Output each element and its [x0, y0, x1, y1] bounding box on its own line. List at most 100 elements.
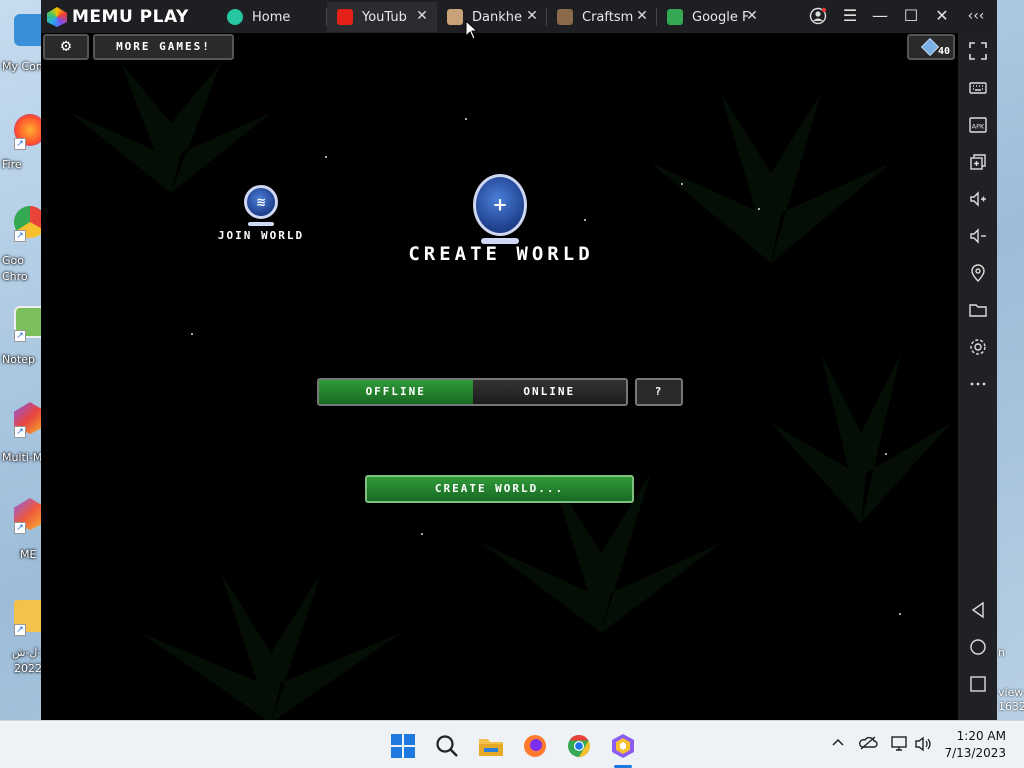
close-tab-icon[interactable]: ✕ [745, 9, 759, 23]
volume-down-icon[interactable] [958, 222, 997, 250]
fullscreen-icon[interactable] [958, 37, 997, 65]
apk-icon[interactable]: APK [958, 111, 997, 139]
shortcut-arrow-icon: ↗ [14, 426, 26, 438]
volume-up-icon[interactable] [958, 185, 997, 213]
game-screen: ⚙ MORE GAMES! 40 ≋ JOIN WORLD + CREATE W… [41, 33, 958, 720]
collapse-icon[interactable]: ‹‹‹ [963, 4, 989, 28]
globe-stand [248, 222, 274, 226]
desktop-icon-notepad[interactable]: ↗ Notep [0, 306, 46, 370]
settings-icon[interactable] [958, 333, 997, 361]
multi-window-icon[interactable] [958, 148, 997, 176]
keyboard-icon[interactable] [958, 74, 997, 102]
desktop-icon-firefox[interactable]: ↗ Fire [0, 114, 46, 174]
clock-time: 1:20 AM [956, 729, 1006, 743]
close-tab-icon[interactable]: ✕ [635, 9, 649, 23]
title-bar: MEMU PLAY Home YouTub ✕ Dankhe ✕ Craftsm… [41, 0, 997, 33]
star [758, 208, 760, 210]
create-world-globe-icon[interactable]: + [473, 174, 527, 236]
desktop-icon-label: My Com [2, 60, 47, 73]
firefox-icon[interactable] [522, 733, 548, 759]
online-option[interactable]: ONLINE [472, 380, 626, 404]
background-leaf [71, 63, 271, 193]
back-icon[interactable] [958, 596, 997, 624]
tab-home[interactable]: Home [217, 2, 327, 32]
tab-craftsman[interactable]: Craftsm ✕ [547, 2, 657, 32]
app-name: MEMU PLAY [72, 7, 189, 27]
volume-icon[interactable] [914, 735, 934, 755]
cube-icon [920, 37, 940, 57]
tab-label: Dankhe [472, 9, 522, 25]
clock-date: 7/13/2023 [944, 746, 1006, 760]
world-count-badge[interactable]: 40 [907, 34, 955, 60]
menu-icon[interactable]: ☰ [837, 4, 863, 28]
settings-button[interactable]: ⚙ [43, 34, 89, 60]
close-tab-icon[interactable]: ✕ [415, 9, 429, 23]
desktop-icon-label: Notep [2, 353, 36, 366]
memu-logo-icon [47, 7, 67, 27]
background-leaf [141, 573, 401, 720]
join-world-label[interactable]: JOIN WORLD [194, 229, 328, 242]
apk-label: APK [971, 123, 984, 131]
chrome-icon[interactable] [566, 733, 592, 759]
desktop-icon-folder[interactable]: ↗ ل-ش- 2022 [0, 600, 46, 680]
minimize-icon[interactable]: — [867, 4, 893, 28]
account-icon[interactable] [805, 4, 831, 28]
gear-icon: ⚙ [60, 36, 72, 56]
star [584, 219, 586, 221]
join-world-globe-icon[interactable]: ≋ [244, 185, 278, 219]
tab-label: Google F [692, 9, 748, 25]
more-icon[interactable] [958, 370, 997, 398]
desktop-icon-label: Fire [2, 158, 22, 171]
help-button[interactable]: ? [635, 378, 683, 406]
tab-label: Home [252, 9, 291, 25]
offline-option[interactable]: OFFLINE [319, 380, 473, 404]
recents-icon[interactable] [958, 670, 997, 698]
close-tab-icon[interactable]: ✕ [525, 9, 539, 23]
desktop-icon-multi-memu[interactable]: ↗ Multi-M [0, 402, 46, 466]
tab-google-play[interactable]: Google F ✕ [657, 2, 767, 32]
desktop-icon-my-computer[interactable]: My Com [0, 14, 47, 74]
network-icon[interactable] [890, 735, 910, 755]
online-mode-toggle: OFFLINE ONLINE [317, 378, 628, 406]
star [191, 333, 193, 335]
mouse-cursor-icon [465, 20, 477, 40]
shortcut-arrow-icon: ↗ [14, 522, 26, 534]
more-games-button[interactable]: MORE GAMES! [93, 34, 234, 60]
desktop-icon-chrome[interactable]: ↗ Goo Chro [0, 206, 46, 286]
shortcut-arrow-icon: ↗ [14, 138, 26, 150]
folder-icon[interactable] [958, 296, 997, 324]
youtube-icon [337, 9, 353, 25]
maximize-icon[interactable]: ☐ [898, 4, 924, 28]
desktop-icon-label: Goo [2, 254, 24, 267]
system-clock[interactable]: 1:20 AM 7/13/2023 [944, 728, 1006, 762]
star [325, 156, 327, 158]
desktop-icon-label: ME [20, 548, 37, 561]
tab-label: YouTub [362, 9, 407, 25]
star [885, 453, 887, 455]
home-tab-icon [227, 9, 243, 25]
tab-youtube[interactable]: YouTub ✕ [327, 2, 437, 32]
file-explorer-icon[interactable] [478, 733, 504, 759]
plus-icon: + [492, 194, 508, 216]
desktop-icon-memu[interactable]: ↗ ME [0, 498, 46, 564]
shortcut-arrow-icon: ↗ [14, 330, 26, 342]
location-icon[interactable] [958, 259, 997, 287]
desktop-icon-label: Multi-M [2, 451, 43, 464]
background-leaf [651, 93, 891, 263]
onedrive-icon[interactable] [858, 735, 878, 755]
star [465, 118, 467, 120]
memu-taskbar-icon[interactable] [610, 733, 636, 759]
create-world-button[interactable]: CREATE WORLD... [365, 475, 634, 503]
desktop-icon-label: ل-ش- [12, 646, 42, 659]
dankhead-app-icon [447, 9, 463, 25]
chevron-up-icon[interactable] [828, 735, 848, 755]
windows-taskbar: 1:20 AM 7/13/2023 [0, 720, 1024, 768]
emulator-sidebar: APK [958, 33, 997, 720]
search-icon[interactable] [434, 733, 460, 759]
tab-dankhead[interactable]: Dankhe ✕ [437, 2, 547, 32]
join-symbol-icon: ≋ [255, 195, 267, 209]
windows-start-icon[interactable] [390, 733, 416, 759]
memu-logo: MEMU PLAY [47, 6, 189, 28]
close-icon[interactable]: ✕ [929, 4, 955, 28]
home-icon[interactable] [958, 633, 997, 661]
